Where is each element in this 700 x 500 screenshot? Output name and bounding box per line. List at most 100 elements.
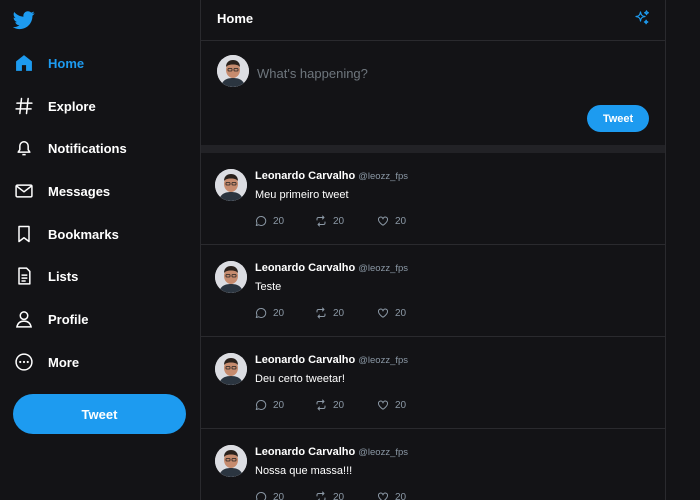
retweet-icon xyxy=(316,399,326,411)
nav-item-lists[interactable]: Lists xyxy=(0,256,200,296)
nav-item-more[interactable]: More xyxy=(0,342,200,382)
sidebar: Home Explore Notifications Messages Book… xyxy=(0,0,200,500)
reply-button[interactable]: 20 xyxy=(255,215,284,227)
tweet-text: Deu certo tweetar! xyxy=(255,373,345,385)
like-count: 20 xyxy=(395,491,407,500)
heart-icon xyxy=(378,400,388,410)
like-count: 20 xyxy=(395,399,407,411)
nav-label: Bookmarks xyxy=(48,226,119,242)
tweet-author[interactable]: Leonardo Carvalho @leozz_fps xyxy=(255,262,408,274)
nav-label: Home xyxy=(48,55,85,71)
reply-count: 20 xyxy=(273,491,285,500)
retweet-icon xyxy=(316,215,326,227)
tweet-author[interactable]: Leonardo Carvalho @leozz_fps xyxy=(255,170,408,182)
home-icon xyxy=(13,52,35,74)
like-count: 20 xyxy=(395,215,407,227)
tweet-actions: 20 20 20 xyxy=(255,307,475,321)
tweet-text: Meu primeiro tweet xyxy=(255,189,349,201)
tweet-item[interactable]: Leonardo Carvalho @leozz_fps Teste 20 20 … xyxy=(201,245,665,337)
twitter-logo-icon[interactable] xyxy=(13,9,35,31)
nav-item-messages[interactable]: Messages xyxy=(0,171,200,211)
reply-icon xyxy=(256,491,267,500)
like-button[interactable]: 20 xyxy=(377,307,406,319)
avatar[interactable] xyxy=(215,169,247,201)
retweet-button[interactable]: 20 xyxy=(315,399,344,411)
compose-tweet-button[interactable]: Tweet xyxy=(587,105,649,132)
reply-count: 20 xyxy=(273,399,285,411)
bookmark-icon xyxy=(13,223,35,245)
nav-item-notifications[interactable]: Notifications xyxy=(0,128,200,168)
reply-button[interactable]: 20 xyxy=(255,399,284,411)
retweet-icon xyxy=(316,307,326,319)
author-handle[interactable]: @leozz_fps xyxy=(358,171,408,182)
tweet-feed: Leonardo Carvalho @leozz_fps Meu primeiro… xyxy=(201,153,665,500)
author-name[interactable]: Leonardo Carvalho xyxy=(255,262,355,274)
tweet-text: Nossa que massa!!! xyxy=(255,465,353,477)
sparkle-icon[interactable] xyxy=(633,9,651,27)
nav-label: Profile xyxy=(48,311,89,327)
reply-count: 20 xyxy=(273,307,285,319)
avatar-photo-icon xyxy=(215,261,247,293)
nav-item-home[interactable]: Home xyxy=(0,43,200,83)
retweet-count: 20 xyxy=(333,399,345,411)
retweet-button[interactable]: 20 xyxy=(315,307,344,319)
envelope-icon xyxy=(13,180,35,202)
like-button[interactable]: 20 xyxy=(377,215,406,227)
avatar[interactable] xyxy=(215,445,247,477)
tweet-text: Teste xyxy=(255,281,282,293)
reply-button[interactable]: 20 xyxy=(255,491,284,500)
nav-label: Messages xyxy=(48,183,111,199)
nav-label: Explore xyxy=(48,98,96,114)
page-title: Home xyxy=(217,11,254,26)
like-button[interactable]: 20 xyxy=(377,399,406,411)
tweet-actions: 20 20 20 xyxy=(255,491,475,500)
tweet-author[interactable]: Leonardo Carvalho @leozz_fps xyxy=(255,446,408,458)
nav-label: Lists xyxy=(48,268,79,284)
avatar-photo-icon xyxy=(217,55,249,87)
retweet-button[interactable]: 20 xyxy=(315,491,344,500)
heart-icon xyxy=(378,492,388,500)
retweet-count: 20 xyxy=(333,491,345,500)
reply-icon xyxy=(255,399,267,410)
section-divider xyxy=(201,145,665,153)
author-handle[interactable]: @leozz_fps xyxy=(358,263,408,274)
nav-item-explore[interactable]: Explore xyxy=(0,86,200,126)
avatar[interactable] xyxy=(215,261,247,293)
user-icon xyxy=(13,308,35,330)
reply-icon xyxy=(255,307,267,318)
reply-button[interactable]: 20 xyxy=(255,307,284,319)
tweet-item[interactable]: Leonardo Carvalho @leozz_fps Nossa que ma… xyxy=(201,429,665,500)
retweet-icon xyxy=(316,491,326,500)
tweet-item[interactable]: Leonardo Carvalho @leozz_fps Meu primeiro… xyxy=(201,153,665,245)
compose-box: Tweet xyxy=(201,41,665,145)
tweet-item[interactable]: Leonardo Carvalho @leozz_fps Deu certo tw… xyxy=(201,337,665,429)
list-icon xyxy=(13,265,35,287)
like-count: 20 xyxy=(395,307,407,319)
retweet-count: 20 xyxy=(333,215,345,227)
author-handle[interactable]: @leozz_fps xyxy=(358,447,408,458)
nav-item-bookmarks[interactable]: Bookmarks xyxy=(0,214,200,254)
avatar-photo-icon xyxy=(215,445,247,477)
bell-icon xyxy=(13,137,35,159)
author-name[interactable]: Leonardo Carvalho xyxy=(255,446,355,458)
reply-count: 20 xyxy=(273,215,285,227)
nav-item-profile[interactable]: Profile xyxy=(0,299,200,339)
main-timeline: Home Tweet xyxy=(200,0,666,500)
retweet-button[interactable]: 20 xyxy=(315,215,344,227)
avatar-photo-icon xyxy=(215,353,247,385)
author-name[interactable]: Leonardo Carvalho xyxy=(255,354,355,366)
avatar xyxy=(217,55,249,87)
tweet-author[interactable]: Leonardo Carvalho @leozz_fps xyxy=(255,354,408,366)
author-name[interactable]: Leonardo Carvalho xyxy=(255,170,355,182)
heart-icon xyxy=(378,308,388,318)
avatar[interactable] xyxy=(215,353,247,385)
nav-label: Notifications xyxy=(48,140,127,156)
tweet-actions: 20 20 20 xyxy=(255,215,475,229)
retweet-count: 20 xyxy=(333,307,345,319)
compose-input[interactable] xyxy=(257,62,637,84)
reply-icon xyxy=(255,215,267,226)
author-handle[interactable]: @leozz_fps xyxy=(358,355,408,366)
like-button[interactable]: 20 xyxy=(377,491,406,500)
hashtag-icon xyxy=(13,95,35,117)
sidebar-tweet-button[interactable]: Tweet xyxy=(13,394,186,434)
